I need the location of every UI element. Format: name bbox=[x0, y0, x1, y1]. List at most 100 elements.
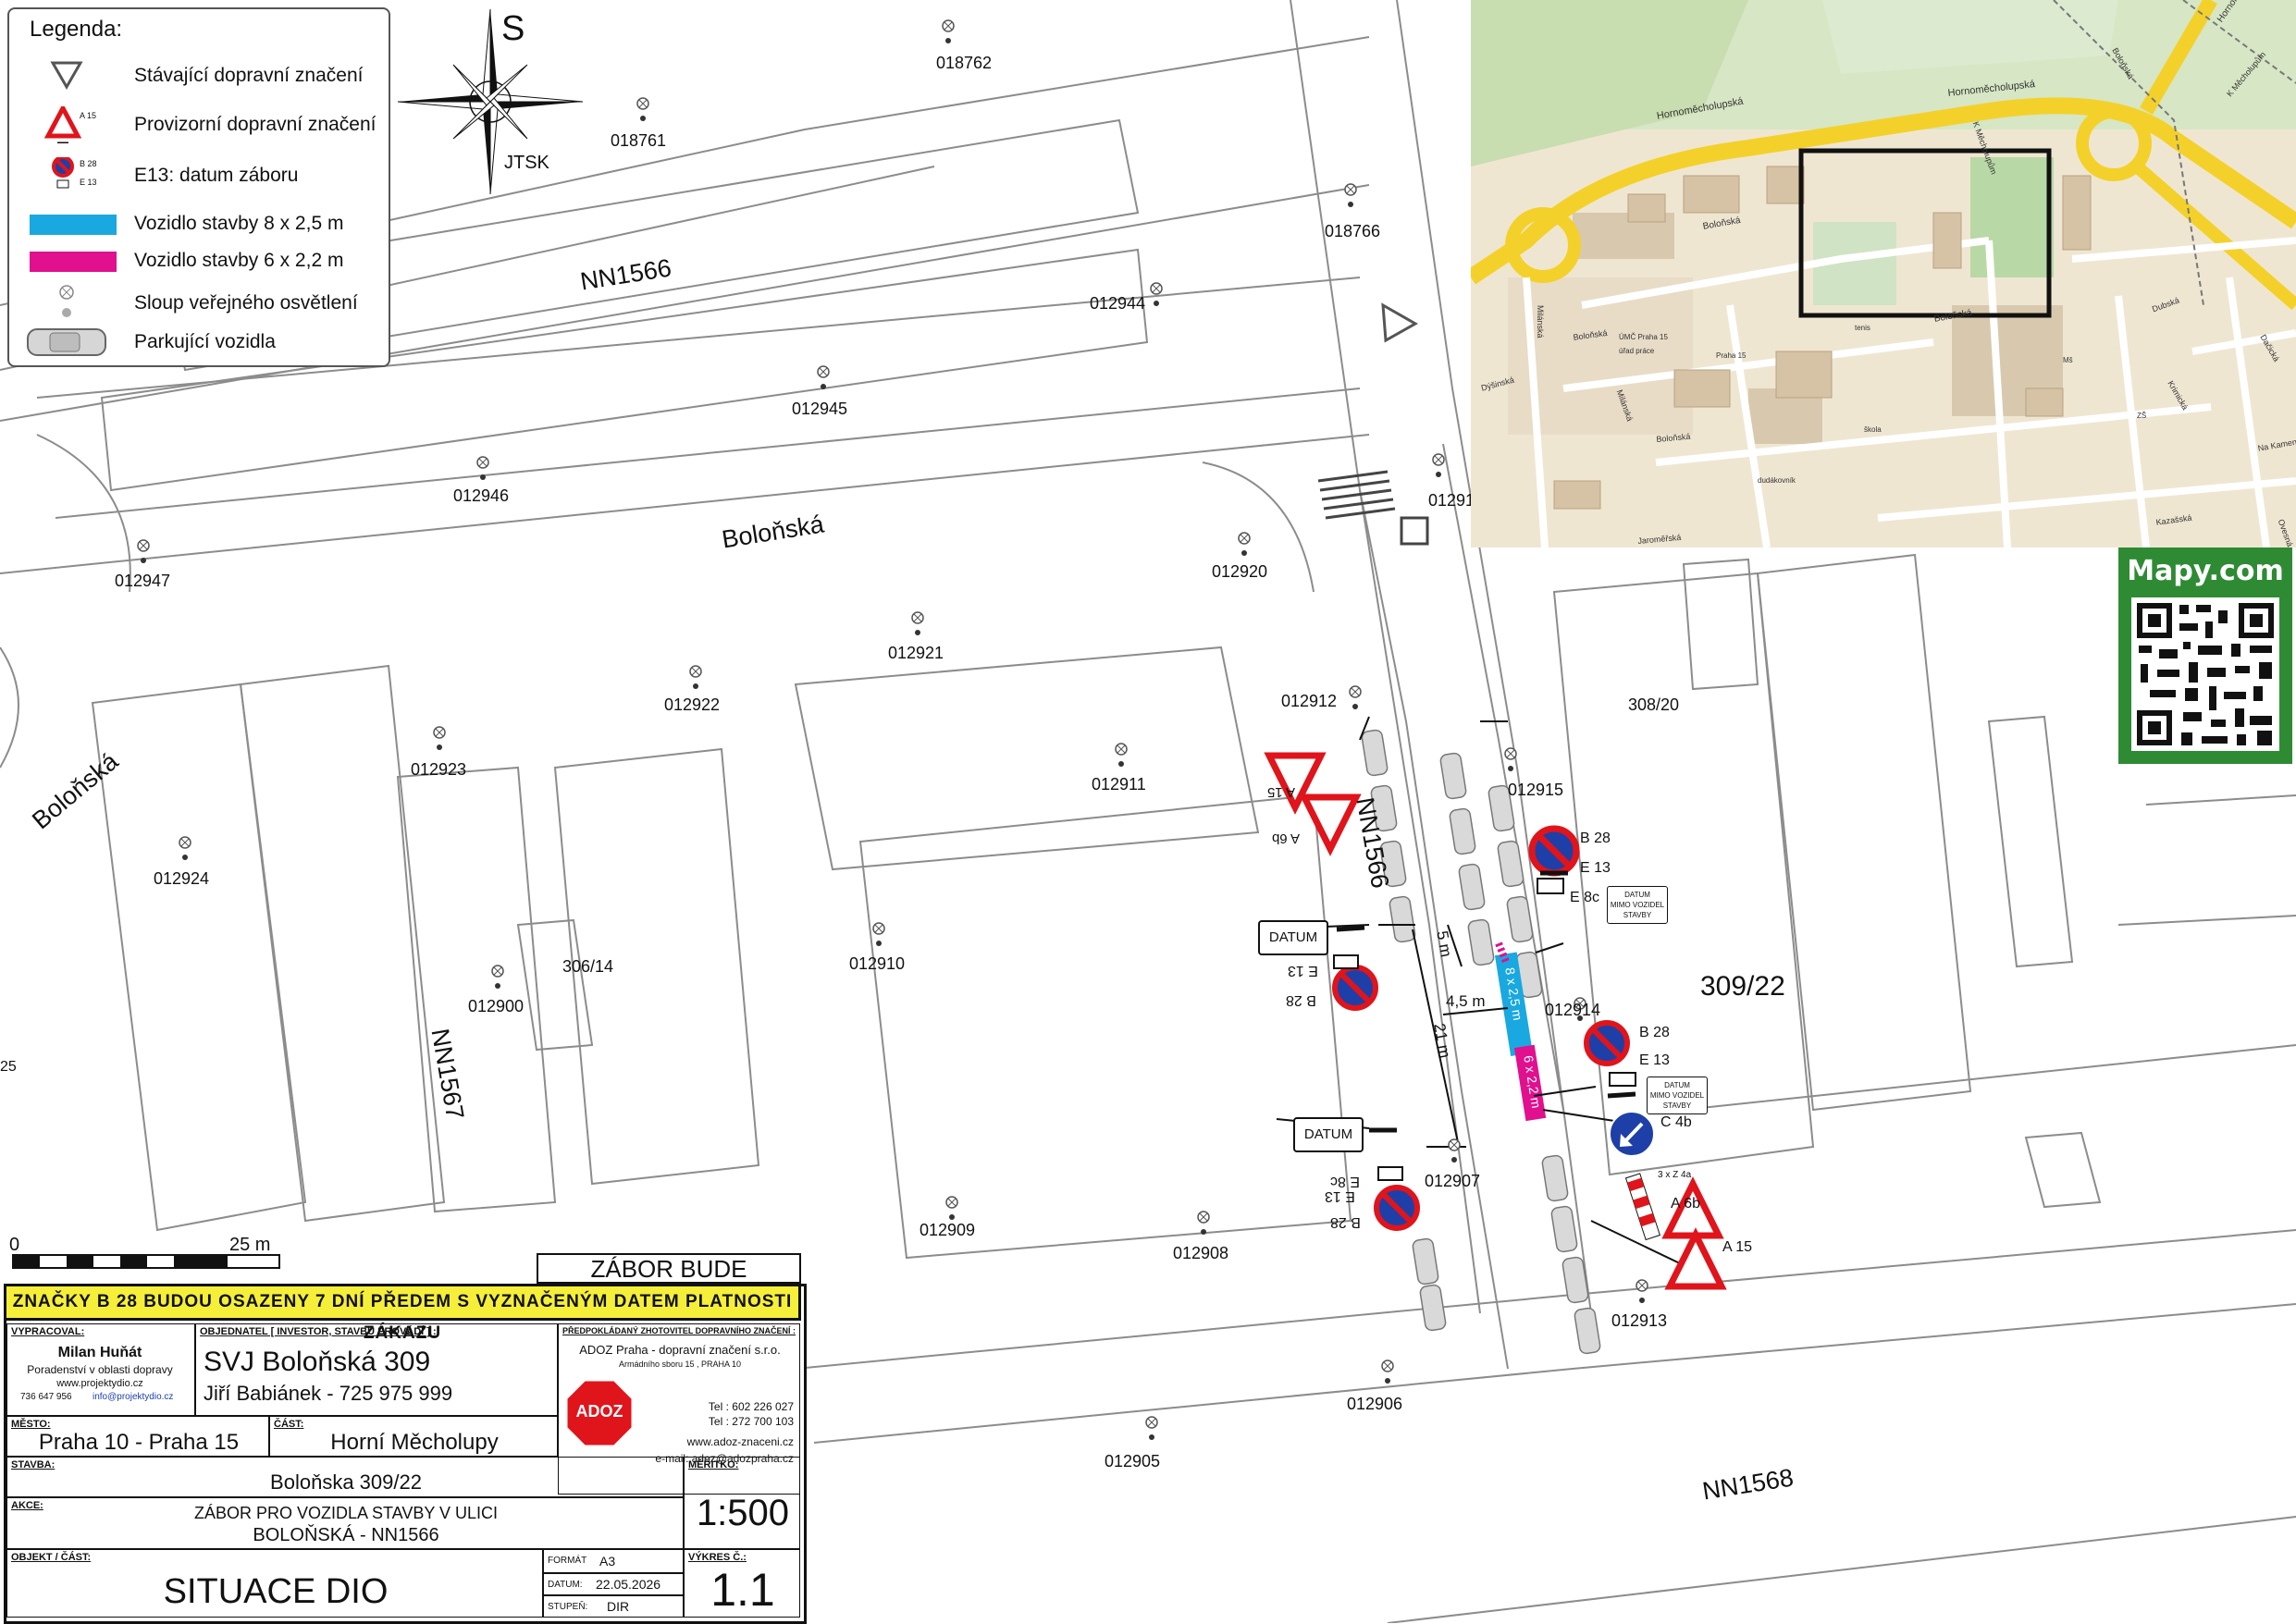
mapy-qr-panel[interactable]: Mapy.com bbox=[2118, 547, 2292, 764]
parked-car-icon bbox=[1412, 1237, 1439, 1286]
author-role: Poradenství v oblasti dopravy bbox=[27, 1363, 173, 1376]
street-light-id: 012923 bbox=[411, 760, 467, 779]
object: SITUACE DIO bbox=[163, 1572, 389, 1611]
sign-code: E 13 bbox=[1639, 1052, 1670, 1068]
parked-car-icon bbox=[1574, 1307, 1601, 1355]
street-light-id: 012909 bbox=[920, 1221, 976, 1239]
sign-code: A 15 bbox=[1722, 1239, 1753, 1255]
street-light-pole bbox=[141, 558, 146, 563]
legend: Legenda: Stávající dopravní značení A 15… bbox=[7, 7, 390, 367]
street-light-id: 012900 bbox=[468, 997, 525, 1015]
datum-mimo-sign: DATUM MIMO VOZIDEL STAVBY bbox=[1647, 1077, 1708, 1114]
street-light-pole bbox=[1639, 1298, 1645, 1303]
street-light-pole bbox=[1348, 202, 1353, 207]
tb-object-cell: OBJEKT / ČÁST: SITUACE DIO bbox=[6, 1549, 543, 1618]
street-light-pole bbox=[1451, 1157, 1457, 1163]
action-line1: ZÁBOR PRO VOZIDLA STAVBY V ULICI bbox=[193, 1504, 499, 1522]
street-light-id: 012906 bbox=[1347, 1395, 1403, 1413]
sign-code: A 6b bbox=[1272, 830, 1301, 846]
magenta-bar-icon bbox=[20, 242, 117, 279]
existing-yield-sign-icon bbox=[1381, 302, 1419, 343]
street-light-pole bbox=[480, 474, 486, 480]
yield-triangle-icon bbox=[50, 61, 83, 91]
datum-sign: DATUM bbox=[1293, 1117, 1364, 1152]
parked-car-icon bbox=[1541, 1154, 1569, 1202]
inset-map-label: tenis bbox=[1855, 324, 1870, 332]
street-light-id: 012913 bbox=[1611, 1311, 1668, 1330]
inset-map-graphic bbox=[1471, 0, 2296, 547]
scale-end: 25 m bbox=[229, 1235, 271, 1255]
legend-code: B 28 bbox=[80, 159, 97, 168]
legend-title: Legenda: bbox=[30, 17, 123, 42]
sign-b28-right-mid bbox=[1584, 1020, 1636, 1099]
contractor-name: ADOZ Praha - dopravní značení s.r.o. bbox=[579, 1343, 781, 1357]
street-light-pole bbox=[1118, 761, 1124, 767]
contractor-tel1: Tel : 602 226 027 bbox=[708, 1400, 794, 1413]
crosswalk bbox=[1317, 470, 1396, 520]
building-number: 306/14 bbox=[562, 957, 614, 976]
client-contact: Jiří Babiánek - 725 975 999 bbox=[204, 1382, 453, 1405]
existing-crossing-sign-icon bbox=[1400, 516, 1429, 546]
sign-code: B 28 bbox=[1639, 1025, 1670, 1040]
street-light-pole bbox=[1385, 1378, 1390, 1384]
street-light-pole bbox=[640, 116, 646, 121]
building-number: 309/22 bbox=[1700, 971, 1785, 1002]
legend-label: Parkující vozidla bbox=[134, 331, 276, 352]
building-outline bbox=[239, 664, 446, 1223]
scale-start: 0 bbox=[9, 1235, 20, 1255]
tb-stage-cell: STUPEŇ: DIR bbox=[543, 1595, 684, 1618]
sign-code: B 28 bbox=[1286, 992, 1316, 1008]
street-light-id: 018766 bbox=[1325, 222, 1381, 240]
street-curb bbox=[0, 646, 19, 769]
street-light-pole bbox=[1436, 472, 1441, 477]
street-light-id: 018761 bbox=[611, 131, 667, 150]
street-light-pole bbox=[1508, 766, 1513, 771]
street-light-pole bbox=[437, 744, 442, 750]
scale: 1:500 bbox=[696, 1493, 790, 1533]
qr-code-icon[interactable] bbox=[2131, 597, 2279, 751]
compass-north-letter: S bbox=[501, 9, 525, 48]
drawing-number: 1.1 bbox=[710, 1564, 775, 1616]
blue-bar-icon bbox=[20, 205, 117, 242]
compass-rose bbox=[397, 8, 584, 195]
street-light-id: 012910 bbox=[849, 954, 906, 973]
street-light-id: 012924 bbox=[154, 869, 210, 888]
street-light-pole bbox=[495, 983, 500, 989]
street-curb bbox=[795, 1229, 2296, 1370]
tb-format-cell: FORMÁT A3 bbox=[543, 1549, 684, 1573]
sign-code: E 13 bbox=[1580, 860, 1611, 876]
sign-code: B 28 bbox=[1580, 830, 1611, 846]
street-light-id: 012920 bbox=[1212, 562, 1268, 581]
inset-map-label: úřad práce bbox=[1619, 347, 1655, 355]
parked-car-icon bbox=[1389, 895, 1416, 943]
street-curb bbox=[1683, 1044, 2296, 1111]
inset-location-map[interactable]: Hornoměcholupská Hornoměcholupská Boloňská… bbox=[1471, 0, 2296, 547]
legend-label: Vozidlo stavby 6 x 2,2 m bbox=[134, 250, 344, 271]
street-light-id: 012907 bbox=[1425, 1172, 1481, 1190]
sign-z4a-barrier bbox=[1624, 1173, 1661, 1241]
street-curb bbox=[813, 1303, 2296, 1444]
tb-scale-cell: MĚŘÍTKO: 1:500 bbox=[684, 1457, 800, 1549]
legend-item: Vozidlo stavby 8 x 2,5 m bbox=[9, 205, 389, 242]
inset-map-label: Praha 15 bbox=[1716, 351, 1747, 360]
building-outline bbox=[1756, 553, 1972, 1112]
legend-label: Sloup veřejného osvětlení bbox=[134, 292, 358, 314]
parked-car-icon bbox=[1506, 895, 1534, 943]
street-light-pole bbox=[1201, 1229, 1206, 1235]
parked-car-icon bbox=[1467, 918, 1495, 966]
street-light-id: 012911 bbox=[1092, 775, 1146, 794]
legend-item: Vozidlo stavby 6 x 2,2 m bbox=[9, 242, 389, 279]
building-outline bbox=[1987, 715, 2074, 968]
street-light-pole bbox=[1352, 704, 1358, 709]
parked-car-icon bbox=[1497, 840, 1524, 888]
street-curb bbox=[2145, 794, 2296, 806]
building: Boloňska 309/22 bbox=[270, 1470, 422, 1494]
street-light-pole bbox=[1241, 550, 1247, 556]
building-outline bbox=[858, 794, 1352, 1260]
contractor-tel2: Tel : 272 700 103 bbox=[708, 1415, 794, 1428]
tb-drawing-no-cell: VÝKRES Č.: 1.1 bbox=[684, 1549, 800, 1618]
author-web: www.projektydio.cz bbox=[56, 1378, 143, 1389]
tb-date-cell: DATUM: 22.05.2026 bbox=[543, 1573, 684, 1595]
tb-action-cell: AKCE: ZÁBOR PRO VOZIDLA STAVBY V ULICI B… bbox=[6, 1497, 684, 1549]
legend-item: Sloup veřejného osvětlení bbox=[9, 285, 389, 322]
